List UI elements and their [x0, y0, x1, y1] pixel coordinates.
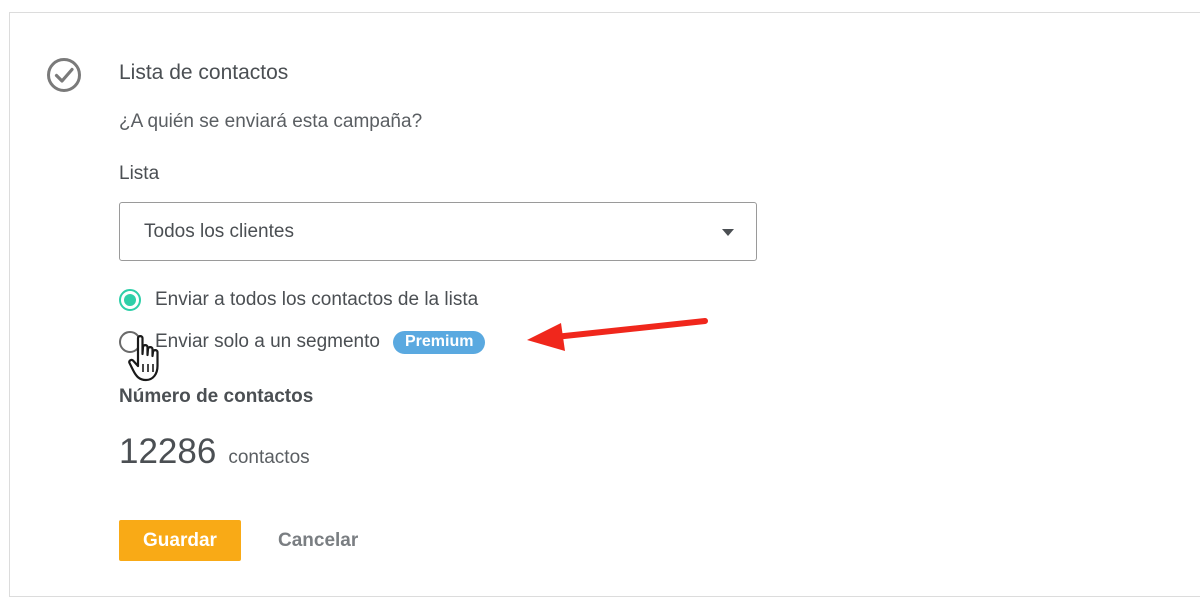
radio-option-segment[interactable]: Enviar solo a un segmento Premium	[119, 330, 486, 354]
annotation-arrow-icon	[527, 318, 708, 351]
contacts-count: 12286 contactos	[119, 432, 310, 472]
contacts-count-label: Número de contactos	[119, 386, 314, 407]
list-select[interactable]: Todos los clientes	[119, 202, 757, 261]
contacts-count-value: 12286	[119, 432, 217, 471]
list-field-label: Lista	[119, 163, 160, 184]
chevron-down-icon	[722, 229, 734, 236]
premium-badge: Premium	[392, 330, 486, 354]
section-title: Lista de contactos	[119, 61, 289, 84]
cancel-button[interactable]: Cancelar	[262, 520, 374, 561]
list-select-value: Todos los clientes	[144, 221, 294, 242]
check-circle-icon	[47, 58, 81, 92]
radio-button-checked[interactable]	[119, 289, 141, 311]
radio-option-label: Enviar solo a un segmento	[155, 331, 380, 352]
radio-option-label: Enviar a todos los contactos de la lista	[155, 289, 479, 310]
radio-option-all-contacts[interactable]: Enviar a todos los contactos de la lista	[119, 288, 478, 312]
section-subtitle: ¿A quién se enviará esta campaña?	[119, 111, 423, 132]
contacts-count-unit: contactos	[228, 447, 310, 468]
save-button[interactable]: Guardar	[119, 520, 241, 561]
cursor-hand-icon	[128, 335, 159, 382]
